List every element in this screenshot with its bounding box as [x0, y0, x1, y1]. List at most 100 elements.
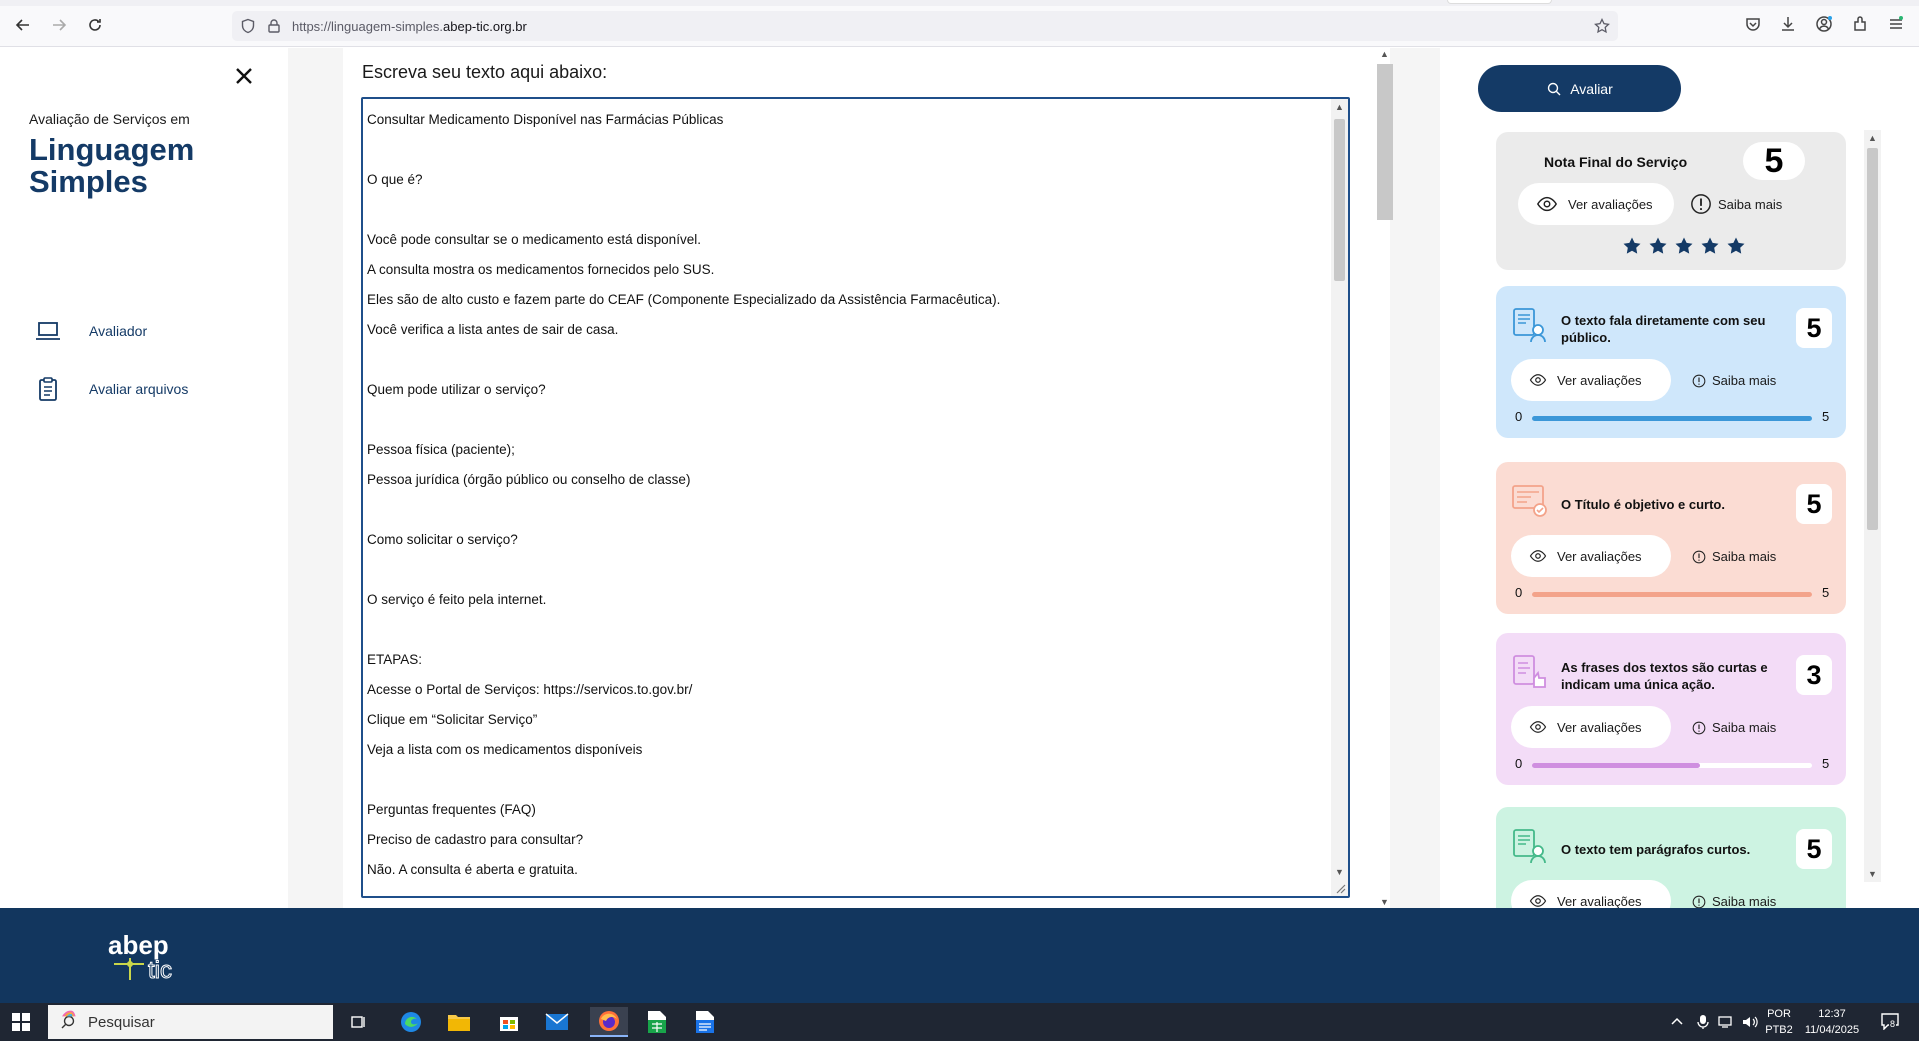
learn-more-button[interactable]: Saiba mais [1692, 373, 1776, 388]
mail-icon[interactable] [542, 1007, 572, 1037]
editor-line[interactable]: A consulta mostra os medicamentos fornec… [367, 255, 1327, 285]
editor-line[interactable] [367, 135, 1327, 165]
editor-line[interactable]: Perguntas frequentes (FAQ) [367, 795, 1327, 825]
clock[interactable]: 12:37 11/04/2025 [1800, 1006, 1864, 1038]
taskbar-search[interactable]: Pesquisar [48, 1005, 333, 1039]
extensions-icon[interactable] [1850, 14, 1870, 34]
view-evaluations-button[interactable]: Ver avaliações [1511, 535, 1671, 577]
reload-icon[interactable] [84, 14, 106, 36]
learn-more-button[interactable]: Saiba mais [1692, 549, 1776, 564]
downloads-icon[interactable] [1778, 14, 1798, 34]
editor-line[interactable]: Você verifica a lista antes de sair de c… [367, 315, 1327, 345]
learn-more-button[interactable]: Saiba mais [1692, 894, 1776, 908]
editor-line[interactable] [367, 765, 1327, 795]
microphone-icon[interactable] [1696, 1014, 1710, 1030]
panel-scroll-up-icon[interactable]: ▲ [1867, 132, 1878, 144]
chevron-up-icon[interactable] [1670, 1015, 1684, 1029]
editor-line[interactable]: Veja a lista com os medicamentos disponí… [367, 735, 1327, 765]
back-icon[interactable] [12, 14, 34, 36]
file-explorer-icon[interactable] [444, 1007, 474, 1037]
browser-tab[interactable] [1447, 0, 1552, 4]
resize-grip-icon[interactable] [1334, 882, 1346, 894]
editor-line[interactable]: ETAPAS: [367, 645, 1327, 675]
panel-scrollbar[interactable]: ▲ ▼ [1864, 130, 1881, 882]
windows-start-icon[interactable] [12, 1013, 30, 1031]
editor-scrollbar[interactable]: ▲ ▼ [1331, 99, 1348, 896]
page-scrollbar[interactable]: ▲ ▼ [1377, 48, 1393, 908]
info-icon [1692, 550, 1706, 563]
editor-line[interactable]: Eles são de alto custo e fazem parte do … [367, 285, 1327, 315]
editor-line[interactable]: O serviço é feito pela internet. [367, 585, 1327, 615]
range-max: 5 [1822, 585, 1830, 600]
url-text[interactable]: https://linguagem-simples.abep-tic.org.b… [292, 19, 527, 34]
editor-line[interactable]: Quem pode utilizar o serviço? [367, 375, 1327, 405]
language-indicator[interactable]: POR PTB2 [1764, 1006, 1794, 1038]
bookmark-star-icon[interactable] [1594, 18, 1610, 34]
editor-line[interactable]: Clique em “Solicitar Serviço” [367, 705, 1327, 735]
final-score-card: Nota Final do Serviço 5 Ver avaliações S… [1496, 132, 1846, 270]
volume-icon[interactable] [1742, 1015, 1758, 1029]
view-evaluations-button[interactable]: Ver avaliações [1511, 359, 1671, 401]
editor-line[interactable] [367, 405, 1327, 435]
view-evaluations-button[interactable]: Ver avaliações [1511, 880, 1671, 908]
page-scroll-thumb[interactable] [1377, 64, 1393, 220]
editor-line[interactable]: Pessoa jurídica (órgão público ou consel… [367, 465, 1327, 495]
editor-line[interactable]: Preciso de cadastro para consultar? [367, 825, 1327, 855]
lock-icon[interactable] [266, 18, 282, 34]
firefox-icon[interactable] [590, 1007, 628, 1037]
editor-line[interactable]: Acesse o Portal de Serviços: https://ser… [367, 675, 1327, 705]
pocket-icon[interactable] [1743, 14, 1763, 34]
view-evaluations-button[interactable]: Ver avaliações [1511, 706, 1671, 748]
editor-content[interactable]: Consultar Medicamento Disponível nas Far… [367, 105, 1327, 885]
scroll-down-icon[interactable]: ▼ [1334, 866, 1345, 878]
task-view-icon[interactable] [344, 1007, 374, 1037]
address-bar[interactable]: https://linguagem-simples.abep-tic.org.b… [232, 11, 1618, 41]
microsoft-store-icon[interactable] [494, 1007, 524, 1037]
editor-line[interactable]: Como solicitar o serviço? [367, 525, 1327, 555]
editor-scroll-thumb[interactable] [1334, 119, 1345, 281]
eye-icon [1529, 895, 1547, 907]
close-icon[interactable] [232, 64, 256, 88]
range-min: 0 [1515, 409, 1523, 424]
panel-scroll-thumb[interactable] [1867, 148, 1878, 530]
evaluate-button[interactable]: Avaliar [1478, 65, 1681, 112]
account-icon[interactable] [1814, 14, 1834, 34]
shield-icon[interactable] [240, 18, 256, 34]
editor-line[interactable] [367, 195, 1327, 225]
panel-scroll-down-icon[interactable]: ▼ [1867, 868, 1878, 880]
editor-line[interactable]: Você pode consultar se o medicamento est… [367, 225, 1327, 255]
edge-browser-icon[interactable] [396, 1007, 426, 1037]
scroll-up-icon[interactable]: ▲ [1334, 101, 1345, 113]
page-scroll-up-icon[interactable]: ▲ [1379, 48, 1390, 60]
network-icon[interactable] [1718, 1015, 1736, 1029]
sidebar-item-avaliar-arquivos[interactable]: Avaliar arquivos [34, 374, 188, 404]
spreadsheet-icon[interactable] [642, 1007, 672, 1037]
forward-icon[interactable] [48, 14, 70, 36]
editor-line[interactable] [367, 555, 1327, 585]
editor-line[interactable]: O que é? [367, 165, 1327, 195]
text-editor[interactable]: Consultar Medicamento Disponível nas Far… [361, 97, 1350, 898]
clipboard-icon [39, 377, 57, 401]
editor-line[interactable]: Consultar Medicamento Disponível nas Far… [367, 105, 1327, 135]
learn-more-button[interactable]: Saiba mais [1690, 193, 1782, 215]
range-min: 0 [1515, 756, 1523, 771]
sidebar-item-avaliador[interactable]: Avaliador [34, 316, 147, 346]
editor-line[interactable]: Pessoa física (paciente); [367, 435, 1327, 465]
sidebar-item-label: Avaliador [89, 323, 148, 339]
menu-icon[interactable] [1886, 14, 1906, 34]
learn-more-button[interactable]: Saiba mais [1692, 720, 1776, 735]
editor-line[interactable] [367, 345, 1327, 375]
main-content: Escreva seu texto aqui abaixo: Consultar… [343, 48, 1393, 908]
editor-line[interactable]: Não. A consulta é aberta e gratuita. [367, 855, 1327, 885]
page-scroll-down-icon[interactable]: ▼ [1379, 896, 1390, 908]
score-bar [1532, 416, 1812, 421]
editor-line[interactable] [367, 495, 1327, 525]
svg-text:abep: abep [108, 930, 169, 960]
view-evaluations-button[interactable]: Ver avaliações [1518, 183, 1674, 225]
info-icon [1692, 895, 1706, 908]
system-tray [1670, 1003, 1758, 1041]
document-icon[interactable] [690, 1007, 720, 1037]
notifications-icon[interactable]: 8 [1880, 1012, 1902, 1032]
editor-line[interactable] [367, 615, 1327, 645]
range-max: 5 [1822, 756, 1830, 771]
